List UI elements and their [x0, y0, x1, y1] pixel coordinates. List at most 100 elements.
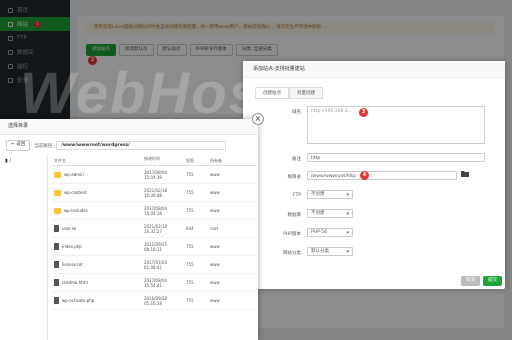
cancel-button[interactable]: 取消 — [461, 276, 480, 286]
file-icon — [54, 225, 59, 232]
owner: www — [210, 208, 220, 213]
modified-time: 2021/02/18 16:32:27 — [144, 224, 186, 234]
picker-nav: ← 返回 当前路径 /www/wwwroot/wordpress/ — [6, 140, 227, 151]
modified-clock: 16:32:27 — [144, 228, 162, 234]
file-icon — [54, 279, 59, 286]
folder-icon — [54, 171, 61, 178]
site-category-select[interactable]: 默认分类 — [307, 247, 353, 256]
owner: www — [210, 190, 220, 195]
permission: 755 — [186, 190, 194, 195]
tab-create-site[interactable]: 创建站点 — [255, 87, 289, 98]
file-name-cell: readme.html — [52, 279, 144, 286]
step-marker-4: 4 — [360, 171, 369, 180]
drive-root[interactable]: / — [9, 158, 11, 164]
file-name-cell: index.php — [52, 243, 144, 250]
database-label: 数据库 — [287, 213, 302, 218]
table-row[interactable]: index.php 2011/09/25 08:18:11 755 www — [52, 238, 256, 256]
file-name[interactable]: wp-admin — [64, 172, 84, 177]
close-icon[interactable]: × — [252, 113, 264, 125]
permission: 755 — [186, 262, 194, 267]
file-icon — [54, 261, 59, 268]
table-row[interactable]: wp-includes 2017/08/04 15:04:18 755 www — [52, 202, 256, 220]
file-name-cell: wp-activate.php — [52, 297, 144, 304]
domain-textarea[interactable]: http://192.168.1... — [307, 106, 485, 144]
file-icon — [54, 297, 59, 304]
permission: 755 — [186, 172, 194, 177]
note-input[interactable]: http — [307, 153, 485, 162]
owner: www — [210, 244, 220, 249]
file-name[interactable]: readme.html — [62, 280, 88, 285]
root-dir-input[interactable]: /www/wwwroot/http — [307, 171, 457, 180]
modified-time: 2011/09/25 08:18:11 — [144, 242, 186, 252]
file-name[interactable]: license.txt — [62, 262, 83, 267]
root-label: 根目录 — [287, 175, 302, 180]
back-label: 返回 — [16, 142, 26, 147]
note-label: 备注 — [292, 157, 301, 162]
php-version-select[interactable]: PHP-56 — [307, 228, 353, 237]
permission: 755 — [186, 208, 194, 213]
file-name[interactable]: wp-activate.php — [62, 298, 94, 303]
modified-time: 2017/08/04 15:54:41 — [144, 278, 186, 288]
file-name-cell: wp-includes — [52, 207, 144, 214]
modal-tabs: 创建站点 批量创建 — [255, 87, 323, 99]
path-label: 当前路径 — [34, 143, 53, 149]
modified-clock: 15:04:18 — [144, 210, 162, 216]
file-name[interactable]: wp-content — [64, 190, 87, 195]
table-body: wp-admin 2017/08/04 15:04:39 755 www wp-conte… — [52, 166, 256, 310]
folder-icon — [54, 207, 61, 214]
owner: www — [210, 298, 220, 303]
php-version-label: PHP版本 — [283, 232, 301, 237]
modified-time: 2017/08/04 15:04:18 — [144, 206, 186, 216]
tab-batch-create[interactable]: 批量创建 — [289, 87, 323, 98]
file-table: 文件名 修改时间 权限 所有者 wp-admin 2017/08/04 15:04:… — [52, 156, 256, 310]
table-row[interactable]: readme.html 2017/08/04 15:54:41 755 www — [52, 274, 256, 292]
permission: 755 — [186, 280, 194, 285]
file-name[interactable]: user.ini — [62, 226, 76, 231]
column-owner[interactable]: 所有者 — [210, 156, 250, 165]
permission: 644 — [186, 226, 194, 231]
owner: www — [210, 280, 220, 285]
column-name[interactable]: 文件名 — [52, 156, 144, 165]
owner: root — [210, 226, 219, 231]
owner: www — [210, 172, 220, 177]
file-name-cell: user.ini — [52, 225, 144, 232]
table-row[interactable]: license.txt 2017/01/03 01:08:42 755 www — [52, 256, 256, 274]
modified-clock: 01:08:42 — [144, 264, 162, 270]
table-row[interactable]: wp-admin 2017/08/04 15:04:39 755 www — [52, 166, 256, 184]
modal-title: 添加站点-支持批量建站 — [243, 61, 505, 78]
ftp-label: FTP — [293, 193, 301, 198]
file-name-cell: wp-content — [52, 189, 144, 196]
column-perm[interactable]: 权限 — [186, 156, 210, 165]
modified-time: 2017/08/04 15:04:39 — [144, 170, 186, 180]
file-name[interactable]: wp-includes — [64, 208, 88, 213]
modified-clock: 05:16:28 — [144, 300, 162, 306]
owner: www — [210, 262, 220, 267]
arrow-left-icon: ← — [11, 142, 15, 147]
category-label: 网站分类 — [283, 251, 301, 256]
file-name[interactable]: index.php — [62, 244, 82, 249]
table-row[interactable]: wp-activate.php 2016/09/28 05:16:28 755 www — [52, 292, 256, 310]
domain-label: 域名 — [292, 110, 301, 115]
modified-clock: 15:54:41 — [144, 282, 162, 288]
database-select[interactable]: 不创建 — [307, 209, 353, 218]
file-name-cell: wp-admin — [52, 171, 144, 178]
modified-time: 2017/01/03 01:08:42 — [144, 260, 186, 270]
table-row[interactable]: wp-content 2021/02/18 16:30:48 755 www — [52, 184, 256, 202]
add-site-modal: 添加站点-支持批量建站 创建站点 批量创建 域名 http://192.168.… — [243, 61, 505, 289]
submit-button[interactable]: 提交 — [483, 276, 502, 286]
picker-title: 选择目录 — [0, 119, 258, 135]
drive-icon: ▮ — [5, 158, 8, 164]
column-time[interactable]: 修改时间 — [144, 156, 186, 165]
folder-icon — [54, 189, 61, 196]
ftp-select[interactable]: 不创建 — [307, 190, 353, 199]
back-button[interactable]: ← 返回 — [6, 140, 31, 151]
folder-icon[interactable] — [461, 170, 469, 178]
table-header: 文件名 修改时间 权限 所有者 — [52, 156, 256, 166]
modified-time: 2021/02/18 16:30:48 — [144, 188, 186, 198]
permission: 755 — [186, 298, 194, 303]
path-input[interactable]: /www/wwwroot/wordpress/ — [56, 141, 227, 150]
modified-time: 2016/09/28 05:16:28 — [144, 296, 186, 306]
table-row[interactable]: user.ini 2021/02/18 16:32:27 644 root — [52, 220, 256, 238]
modified-clock: 16:30:48 — [144, 192, 162, 198]
modified-clock: 08:18:11 — [144, 246, 162, 252]
